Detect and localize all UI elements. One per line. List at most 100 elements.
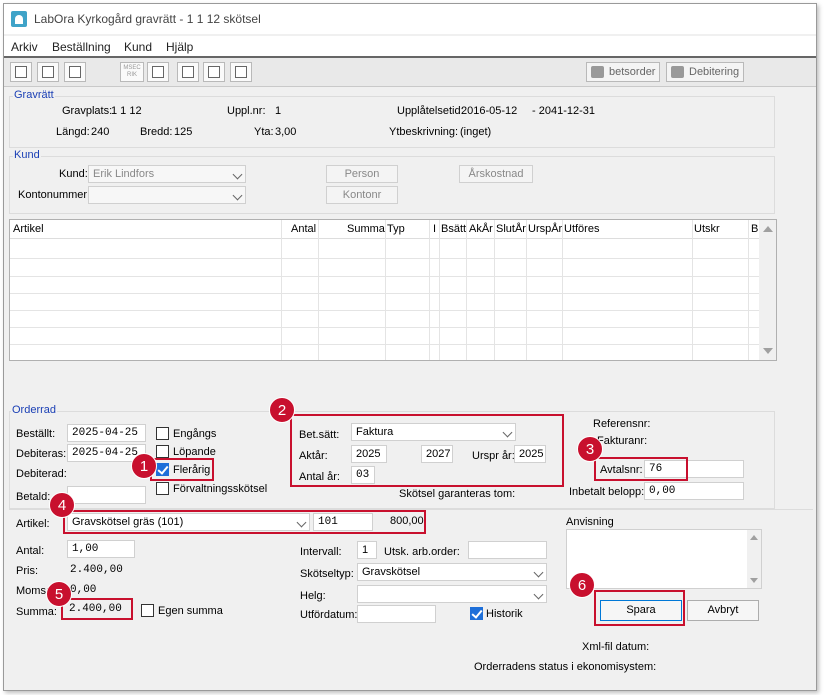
skotseltyp-select[interactable]: Gravskötsel [357, 563, 547, 581]
bredd-value: 125 [174, 126, 193, 138]
map-button[interactable] [230, 62, 252, 82]
kund-value: Erik Lindfors [93, 168, 155, 180]
col-utfores[interactable]: Utföres [564, 223, 599, 235]
col-antal[interactable]: Antal [291, 223, 316, 235]
bestallt-field[interactable]: 2025-04-25 [67, 424, 146, 442]
betald-field[interactable] [67, 486, 146, 504]
menu-arkiv[interactable]: Arkiv [11, 40, 38, 54]
menu-bar: Arkiv Beställning Kund Hjälp [4, 36, 816, 56]
kontonummer-select[interactable] [88, 186, 246, 204]
col-utskr[interactable]: Utskr [694, 223, 720, 235]
utsk-field[interactable] [468, 541, 547, 559]
gravratt-legend: Gravrätt [13, 89, 55, 101]
scroll-up-icon[interactable] [763, 226, 773, 232]
avbryt-button[interactable]: Avbryt [687, 600, 759, 621]
betsorder-button[interactable]: betsorder [586, 62, 661, 82]
intervall-field[interactable]: 1 [357, 541, 377, 559]
antal-label: Antal: [16, 545, 45, 557]
callout-5: 5 [46, 581, 72, 607]
document-icon [42, 66, 54, 78]
betald-label: Betald: [16, 491, 51, 503]
scroll-up-icon[interactable] [750, 535, 758, 540]
debitering-button[interactable]: Debitering [666, 62, 745, 82]
col-ursprar[interactable]: UrspÅr [528, 223, 562, 235]
col-akar[interactable]: AkÅr [469, 223, 493, 235]
callout-6: 6 [569, 572, 595, 598]
highlight-summa [61, 598, 133, 620]
engangs-label: Engångs [173, 428, 217, 440]
historik-checkbox[interactable] [470, 607, 483, 620]
anvisning-scrollbar[interactable] [747, 530, 761, 588]
orderrad-legend: Orderrad [11, 404, 58, 416]
forvaltning-label: Förvaltningsskötsel [173, 483, 268, 495]
chevron-down-icon [533, 567, 544, 578]
chevron-down-icon [533, 589, 544, 600]
historik-label: Historik [486, 608, 523, 620]
chevron-down-icon [232, 169, 243, 180]
debitering-label: Debitering [689, 66, 740, 78]
chart-alt-button[interactable] [203, 62, 225, 82]
summa-label: Summa: [16, 606, 57, 618]
scroll-down-icon[interactable] [763, 348, 773, 354]
betsorder-label: betsorder [609, 66, 656, 78]
app-icon [11, 11, 27, 27]
moms-label: Moms: [16, 585, 49, 597]
calendar-icon [15, 66, 27, 78]
pris-value: 2.400,00 [70, 564, 123, 576]
document-button[interactable] [37, 62, 59, 82]
msec-rik-button[interactable]: MSEC RIK [120, 62, 144, 82]
langd-value: 240 [91, 126, 110, 138]
helg-label: Helg: [300, 590, 326, 602]
menu-kund[interactable]: Kund [124, 40, 152, 54]
scroll-down-icon[interactable] [750, 578, 758, 583]
upplatelsetid-from: 2016-05-12 [461, 105, 518, 117]
folder-button[interactable] [64, 62, 86, 82]
utfordatum-field[interactable] [357, 605, 436, 623]
col-i[interactable]: I [433, 223, 436, 235]
lopande-label: Löpande [173, 446, 216, 458]
moms-value: 0,00 [70, 584, 97, 596]
egen-summa-checkbox[interactable] [141, 604, 154, 617]
lopande-checkbox[interactable] [156, 445, 169, 458]
inbetalt-field[interactable]: 0,00 [644, 482, 744, 500]
col-bsatt[interactable]: Bsätt [441, 223, 466, 235]
yta-label: Yta: [254, 126, 274, 138]
callout-4: 4 [49, 492, 75, 518]
grid-scrollbar[interactable] [759, 220, 776, 360]
toolbar: MSEC RIK betsorder Debitering [4, 56, 816, 87]
status-label: Orderradens status i ekonomisystem: [474, 661, 657, 673]
kund-select[interactable]: Erik Lindfors [88, 165, 246, 183]
kontonummer-label: Kontonummer: [18, 189, 91, 201]
callout-3: 3 [577, 436, 603, 462]
col-typ[interactable]: Typ [387, 223, 405, 235]
menu-hjalp[interactable]: Hjälp [166, 40, 193, 54]
egen-summa-label: Egen summa [158, 605, 223, 617]
anvisning-textarea[interactable] [566, 529, 762, 589]
new-order-button[interactable] [10, 62, 32, 82]
order-grid[interactable]: Artikel Antal Summa Typ I Bsätt AkÅr Slu… [9, 219, 777, 361]
debiterad-label: Debiterad: [16, 468, 67, 480]
highlight-artikel [63, 510, 426, 534]
chart-alt-icon [208, 66, 220, 78]
col-summa[interactable]: Summa [347, 223, 385, 235]
fakturanr-label: Fakturanr: [597, 435, 648, 447]
helg-select[interactable] [357, 585, 547, 603]
engangs-checkbox[interactable] [156, 427, 169, 440]
chart-button[interactable] [177, 62, 199, 82]
forvaltning-checkbox[interactable] [156, 482, 169, 495]
langd-label: Längd: [56, 126, 90, 138]
menu-bestallning[interactable]: Beställning [52, 40, 111, 54]
bredd-label: Bredd: [140, 126, 173, 138]
ytbeskrivning-label: Ytbeskrivning: [389, 126, 459, 138]
arskostnad-button[interactable]: Årskostnad [459, 165, 533, 183]
persons-icon [152, 66, 164, 78]
person-button[interactable]: Person [326, 165, 398, 183]
col-artikel[interactable]: Artikel [13, 223, 44, 235]
intervall-label: Intervall: [300, 546, 342, 558]
kontonr-button[interactable]: Kontonr [326, 186, 398, 204]
persons-button[interactable] [147, 62, 169, 82]
referensnr-label: Referensnr: [593, 418, 651, 430]
col-b[interactable]: B [751, 223, 758, 235]
col-slutar[interactable]: SlutÅr [496, 223, 526, 235]
antal-field[interactable]: 1,00 [67, 540, 135, 558]
